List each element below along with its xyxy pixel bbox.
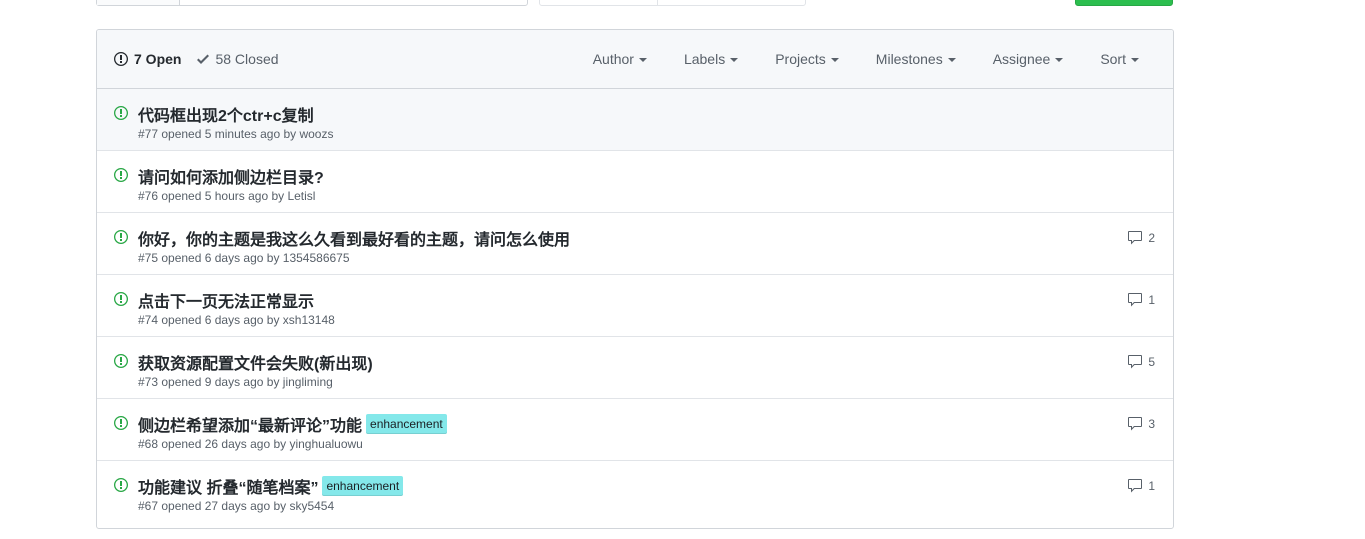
caret-down-icon — [947, 58, 956, 62]
issue-title-link[interactable]: 功能建议 折叠“随笔档案” — [138, 474, 318, 498]
projects-filter-label: Projects — [775, 51, 826, 67]
issue-comments-link[interactable]: 2 — [1127, 230, 1155, 246]
comment-count: 3 — [1148, 417, 1155, 431]
issue-states: 7 Open 58 Closed — [114, 51, 295, 67]
issue-opened-icon — [114, 52, 128, 66]
issue-meta: #73 opened 9 days ago by jingliming — [138, 375, 333, 389]
issue-title-wrap: 侧边栏希望添加“最新评论”功能 enhancement — [138, 412, 447, 436]
issue-row[interactable]: 代码框出现2个ctr+c复制 #77 opened 5 minutes ago b… — [97, 89, 1173, 151]
issue-meta: #76 opened 5 hours ago by Letisl — [138, 189, 316, 203]
issue-title-wrap: 点击下一页无法正常显示 — [138, 288, 314, 312]
issue-comments-link[interactable]: 1 — [1127, 292, 1155, 308]
comment-count: 1 — [1148, 293, 1155, 307]
comment-icon — [1128, 355, 1143, 369]
comment-count: 2 — [1148, 231, 1155, 245]
labels-milestones-nav[interactable] — [539, 0, 806, 6]
milestones-filter-label: Milestones — [875, 51, 943, 67]
sort-filter-label: Sort — [1100, 51, 1126, 67]
issue-row[interactable]: 侧边栏希望添加“最新评论”功能 enhancement #68 opened 26 … — [97, 399, 1173, 461]
caret-down-icon — [1055, 58, 1064, 62]
issue-meta: #67 opened 27 days ago by sky5454 — [138, 499, 335, 513]
issue-row[interactable]: 点击下一页无法正常显示 #74 opened 6 days ago by xsh1… — [97, 275, 1173, 337]
comment-count: 1 — [1148, 479, 1155, 493]
open-issues-tab[interactable]: 7 Open — [114, 51, 181, 67]
issue-meta: #68 opened 26 days ago by yinghualuowu — [138, 437, 363, 451]
issue-row[interactable]: 请问如何添加侧边栏目录? #76 opened 5 hours ago by Le… — [97, 151, 1173, 213]
comment-icon — [1128, 417, 1143, 431]
issue-meta: #77 opened 5 minutes ago by woozs — [138, 127, 334, 141]
author-filter-label: Author — [592, 51, 634, 67]
check-icon — [197, 54, 210, 64]
issue-title-link[interactable]: 你好，你的主题是我这么久看到最好看的主题，请问怎么使用 — [138, 226, 570, 250]
issue-title-wrap: 你好，你的主题是我这么久看到最好看的主题，请问怎么使用 — [138, 226, 570, 250]
issue-open-icon — [114, 229, 128, 250]
author-filter[interactable]: Author — [593, 51, 647, 67]
assignee-filter-label: Assignee — [992, 51, 1051, 67]
closed-count-label: 58 Closed — [215, 51, 279, 67]
issue-title-link[interactable]: 获取资源配置文件会失败(新出现) — [138, 350, 373, 374]
issue-open-icon — [114, 415, 128, 436]
caret-down-icon — [830, 58, 839, 62]
issue-meta: #75 opened 6 days ago by 1354586675 — [138, 251, 350, 265]
issue-title-link[interactable]: 代码框出现2个ctr+c复制 — [138, 102, 314, 126]
issue-open-icon — [114, 477, 128, 498]
comment-icon — [1128, 293, 1143, 307]
issues-list-header: 7 Open 58 Closed Author Labels Projects … — [97, 30, 1173, 89]
filter-dropdowns: Author Labels Projects Milestones Assign… — [556, 51, 1139, 67]
caret-down-icon — [730, 58, 739, 62]
issue-row[interactable]: 你好，你的主题是我这么久看到最好看的主题，请问怎么使用 #75 opened 6 … — [97, 213, 1173, 275]
issue-comments-link[interactable]: 3 — [1127, 416, 1155, 432]
issue-title-link[interactable]: 请问如何添加侧边栏目录? — [138, 164, 324, 188]
milestones-filter[interactable]: Milestones — [876, 51, 956, 67]
issue-title-link[interactable]: 点击下一页无法正常显示 — [138, 288, 314, 312]
issue-comments-link[interactable]: 5 — [1127, 354, 1155, 370]
issue-open-icon — [114, 105, 128, 126]
labels-filter[interactable]: Labels — [683, 51, 739, 67]
caret-down-icon — [1131, 58, 1139, 62]
issue-title-wrap: 功能建议 折叠“随笔档案” enhancement — [138, 474, 404, 498]
issue-title-wrap: 获取资源配置文件会失败(新出现) — [138, 350, 373, 374]
comment-icon — [1128, 479, 1143, 493]
assignee-filter[interactable]: Assignee — [993, 51, 1064, 67]
issue-title-wrap: 请问如何添加侧边栏目录? — [138, 164, 324, 188]
labels-filter-label: Labels — [683, 51, 726, 67]
new-issue-button[interactable] — [1075, 0, 1173, 6]
caret-down-icon — [638, 58, 647, 62]
issue-comments-link[interactable]: 1 — [1127, 478, 1155, 494]
issue-open-icon — [114, 291, 128, 312]
open-count-label: 7 Open — [134, 51, 182, 67]
issue-rows: 代码框出现2个ctr+c复制 #77 opened 5 minutes ago b… — [97, 89, 1173, 523]
issue-label-enhancement[interactable]: enhancement — [322, 476, 404, 496]
issue-filter-search[interactable] — [96, 0, 528, 6]
sort-filter[interactable]: Sort — [1100, 51, 1139, 67]
issue-open-icon — [114, 167, 128, 188]
issue-row[interactable]: 功能建议 折叠“随笔档案” enhancement #67 opened 27 da… — [97, 461, 1173, 523]
issue-meta: #74 opened 6 days ago by xsh13148 — [138, 313, 335, 327]
issue-title-link[interactable]: 侧边栏希望添加“最新评论”功能 — [138, 412, 362, 436]
issue-title-wrap: 代码框出现2个ctr+c复制 — [138, 102, 314, 126]
issue-row[interactable]: 获取资源配置文件会失败(新出现) #73 opened 9 days ago by… — [97, 337, 1173, 399]
issue-open-icon — [114, 353, 128, 374]
issue-label-enhancement[interactable]: enhancement — [366, 414, 447, 434]
filters-dropdown[interactable] — [97, 0, 180, 5]
comment-icon — [1128, 231, 1143, 245]
closed-issues-tab[interactable]: 58 Closed — [197, 51, 279, 67]
issues-list-box: 7 Open 58 Closed Author Labels Projects … — [96, 29, 1174, 529]
comment-count: 5 — [1148, 355, 1155, 369]
nav-divider — [657, 0, 658, 5]
projects-filter[interactable]: Projects — [775, 51, 839, 67]
